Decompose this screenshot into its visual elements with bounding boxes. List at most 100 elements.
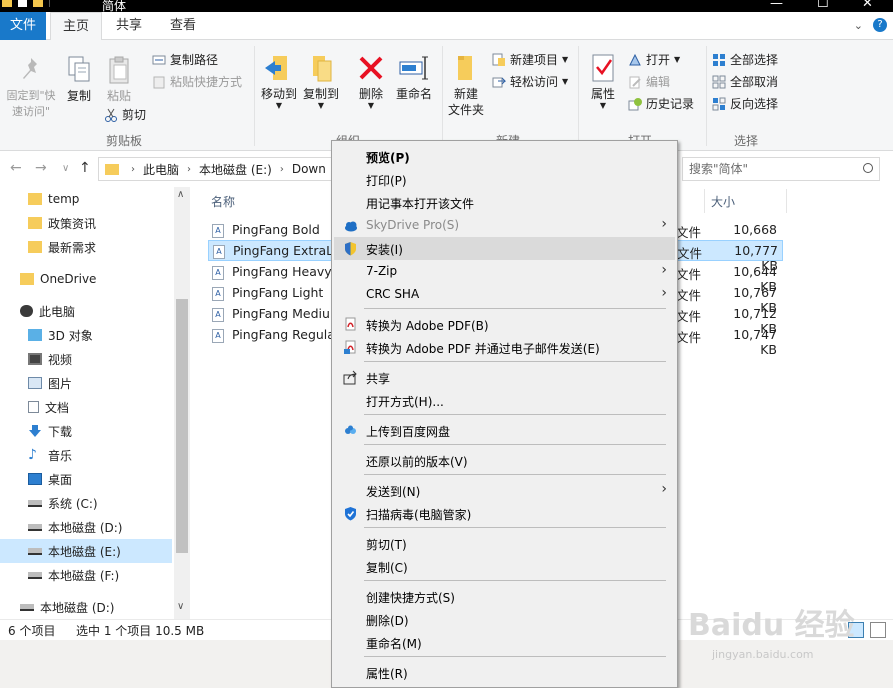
nav-item-downloads[interactable]: 下载 bbox=[0, 419, 172, 443]
up-arrow-icon[interactable]: ↑ bbox=[79, 160, 91, 176]
menu-item-rename[interactable]: 重命名(M) bbox=[334, 631, 675, 654]
paste-button[interactable]: 粘贴 bbox=[102, 54, 136, 104]
delete-button[interactable]: 删除 ▼ bbox=[352, 52, 390, 110]
menu-item-delete[interactable]: 删除(D) bbox=[334, 608, 675, 631]
maximize-button[interactable]: ☐ bbox=[817, 0, 829, 11]
menu-item-cut[interactable]: 剪切(T) bbox=[334, 532, 675, 555]
column-header-name[interactable]: 名称 bbox=[211, 193, 235, 210]
paste-shortcut-button[interactable]: 粘贴快捷方式 bbox=[152, 73, 242, 90]
new-folder-button[interactable]: 新建 文件夹 bbox=[446, 52, 486, 118]
cut-button[interactable]: 剪切 bbox=[104, 106, 146, 123]
nav-item-videos[interactable]: 视频 bbox=[0, 347, 172, 371]
scroll-down-icon[interactable]: ∨ bbox=[177, 601, 184, 612]
nav-item-latest-needs[interactable]: 最新需求 bbox=[0, 235, 172, 259]
folder-icon[interactable] bbox=[2, 0, 12, 7]
nav-item-drive-c[interactable]: 系统 (C:) bbox=[0, 491, 172, 515]
menu-item-label: 用记事本打开该文件 bbox=[366, 197, 475, 211]
nav-item-3d-objects[interactable]: 3D 对象 bbox=[0, 323, 172, 347]
new-item-button[interactable]: 新建项目 ▼ bbox=[492, 51, 568, 68]
file-name: PingFang Mediur bbox=[232, 306, 336, 321]
nav-item-pictures[interactable]: 图片 bbox=[0, 371, 172, 395]
nav-item-label: 下载 bbox=[48, 424, 73, 439]
column-divider[interactable] bbox=[704, 189, 705, 213]
properties-check-icon[interactable] bbox=[18, 0, 27, 7]
nav-item-temp[interactable]: temp bbox=[0, 187, 172, 211]
search-input[interactable]: 搜索"简体" bbox=[682, 157, 880, 181]
invert-selection-button[interactable]: 反向选择 bbox=[712, 95, 778, 112]
help-icon[interactable]: ? bbox=[873, 18, 887, 32]
history-button[interactable]: 历史记录 bbox=[628, 95, 694, 112]
easy-access-button[interactable]: 轻松访问 ▼ bbox=[492, 73, 568, 90]
nav-item-policy[interactable]: 政策资讯 bbox=[0, 211, 172, 235]
copy-to-button[interactable]: 复制到 ▼ bbox=[302, 52, 340, 110]
search-icon[interactable] bbox=[863, 163, 873, 173]
menu-item-open-with-notepad[interactable]: 用记事本打开该文件 bbox=[334, 191, 675, 214]
breadcrumb-separator-icon[interactable]: › bbox=[131, 164, 135, 175]
column-divider[interactable] bbox=[786, 189, 787, 213]
column-header-size[interactable]: 大小 bbox=[711, 193, 735, 210]
open-button[interactable]: 打开 ▼ bbox=[628, 51, 680, 68]
menu-item-7zip[interactable]: 7-Zip › bbox=[334, 260, 675, 283]
tab-view[interactable]: 查看 bbox=[160, 12, 206, 40]
nav-item-onedrive[interactable]: OneDrive bbox=[0, 267, 172, 291]
menu-item-properties[interactable]: 属性(R) bbox=[334, 661, 675, 684]
close-button[interactable]: ✕ bbox=[862, 0, 873, 11]
menu-item-label: 安装(I) bbox=[366, 243, 403, 257]
menu-item-copy[interactable]: 复制(C) bbox=[334, 555, 675, 578]
back-arrow-icon[interactable]: ← bbox=[10, 160, 22, 176]
minimize-button[interactable]: — bbox=[770, 0, 783, 11]
menu-item-send-to[interactable]: 发送到(N) › bbox=[334, 479, 675, 502]
large-icons-view-icon[interactable] bbox=[870, 622, 886, 638]
edit-button[interactable]: 编辑 bbox=[628, 73, 670, 90]
scrollbar-thumb[interactable] bbox=[176, 299, 188, 553]
nav-item-label: 视频 bbox=[48, 352, 73, 367]
menu-item-share[interactable]: 共享 bbox=[334, 366, 675, 389]
menu-item-print[interactable]: 打印(P) bbox=[334, 168, 675, 191]
recent-locations-chevron-icon[interactable]: ∨ bbox=[62, 163, 69, 174]
nav-item-desktop[interactable]: 桌面 bbox=[0, 467, 172, 491]
nav-scrollbar[interactable]: ∧ ∨ bbox=[174, 187, 190, 619]
nav-item-drive-d[interactable]: 本地磁盘 (D:) bbox=[0, 515, 172, 539]
menu-item-crc-sha[interactable]: CRC SHA › bbox=[334, 283, 675, 306]
nav-item-network-drive-d[interactable]: 本地磁盘 (D:) bbox=[0, 595, 172, 619]
breadcrumb-separator-icon[interactable]: › bbox=[187, 164, 191, 175]
nav-item-documents[interactable]: 文档 bbox=[0, 395, 172, 419]
move-to-button[interactable]: 移动到 ▼ bbox=[260, 52, 298, 110]
menu-item-restore-versions[interactable]: 还原以前的版本(V) bbox=[334, 449, 675, 472]
menu-item-open-with[interactable]: 打开方式(H)... bbox=[334, 389, 675, 412]
breadcrumb-drive-e[interactable]: 本地磁盘 (E:) bbox=[199, 161, 272, 178]
nav-item-music[interactable]: ♪ 音乐 bbox=[0, 443, 172, 467]
pin-quick-access-button[interactable]: 固定到"快速访问" bbox=[2, 54, 60, 120]
nav-item-drive-e[interactable]: 本地磁盘 (E:) bbox=[0, 539, 172, 563]
select-all-icon bbox=[712, 53, 726, 67]
select-all-button[interactable]: 全部选择 bbox=[712, 51, 778, 68]
chevron-down-icon[interactable]: ⌄ bbox=[854, 19, 863, 32]
breadcrumb-separator-icon[interactable]: › bbox=[280, 164, 284, 175]
menu-item-convert-pdf[interactable]: 转换为 Adobe PDF(B) bbox=[334, 313, 675, 336]
rename-button[interactable]: 重命名 bbox=[392, 52, 436, 102]
tab-file[interactable]: 文件 bbox=[0, 12, 46, 40]
new-folder-icon[interactable] bbox=[33, 0, 43, 7]
copy-button[interactable]: 复制 bbox=[62, 54, 96, 104]
nav-item-this-pc[interactable]: 此电脑 bbox=[0, 299, 172, 323]
menu-item-preview[interactable]: 预览(P) bbox=[334, 145, 675, 168]
menu-item-install[interactable]: 安装(I) bbox=[334, 237, 675, 260]
select-none-button[interactable]: 全部取消 bbox=[712, 73, 778, 90]
tab-share[interactable]: 共享 bbox=[106, 12, 152, 40]
breadcrumb-downloads[interactable]: Down bbox=[292, 162, 326, 176]
forward-arrow-icon[interactable]: → bbox=[35, 160, 47, 176]
menu-item-scan-virus[interactable]: 扫描病毒(电脑管家) bbox=[334, 502, 675, 525]
menu-item-convert-pdf-email[interactable]: 转换为 Adobe PDF 并通过电子邮件发送(E) bbox=[334, 336, 675, 359]
nav-item-drive-f[interactable]: 本地磁盘 (F:) bbox=[0, 563, 172, 587]
menu-item-skydrive-pro[interactable]: SkyDrive Pro(S) › bbox=[334, 214, 675, 237]
menu-item-create-shortcut[interactable]: 创建快捷方式(S) bbox=[334, 585, 675, 608]
tab-home[interactable]: 主页 bbox=[50, 12, 102, 41]
copy-path-button[interactable]: 复制路径 bbox=[152, 51, 218, 68]
breadcrumb-this-pc[interactable]: 此电脑 bbox=[143, 161, 179, 178]
drive-icon bbox=[28, 547, 42, 555]
file-type: 文件 bbox=[677, 246, 703, 261]
scroll-up-icon[interactable]: ∧ bbox=[177, 189, 184, 200]
menu-item-upload-baidu[interactable]: 上传到百度网盘 bbox=[334, 419, 675, 442]
file-type: 文件 bbox=[676, 225, 702, 240]
properties-button[interactable]: 属性 ▼ bbox=[584, 52, 622, 110]
